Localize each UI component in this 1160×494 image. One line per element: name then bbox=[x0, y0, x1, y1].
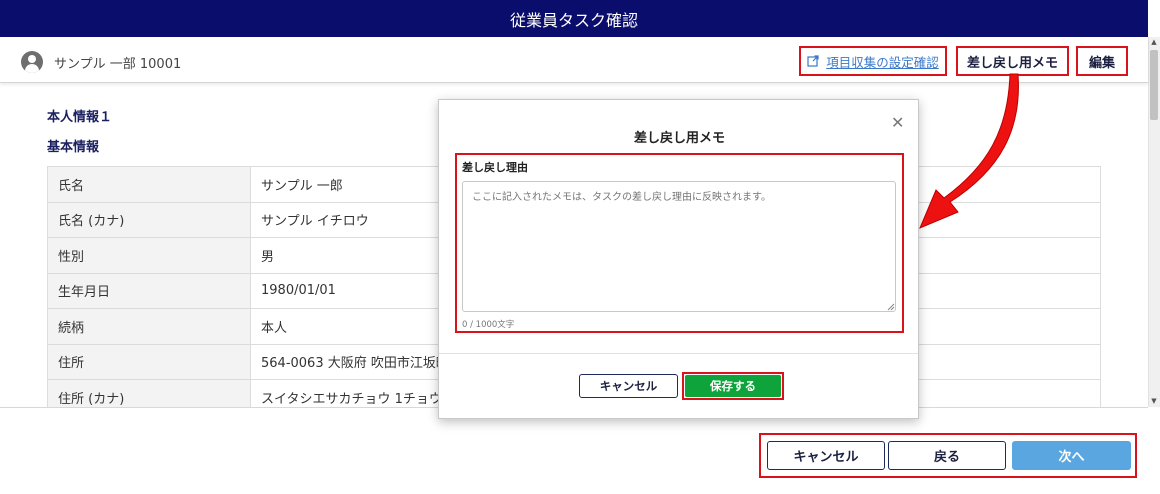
footer-back-button[interactable]: 戻る bbox=[888, 441, 1006, 470]
footer-cancel-button[interactable]: キャンセル bbox=[767, 441, 885, 470]
resize-grip-icon[interactable] bbox=[887, 303, 895, 311]
scroll-down-icon[interactable]: ▼ bbox=[1148, 396, 1160, 406]
return-memo-modal: ✕ 差し戻し用メモ 差し戻し理由 0 / 1000文字 キャンセル 保存する bbox=[438, 99, 919, 419]
modal-title: 差し戻し用メモ bbox=[633, 131, 725, 146]
section-title-basic: 基本情報 bbox=[47, 140, 100, 155]
row-label: 性別 bbox=[47, 237, 251, 274]
modal-cancel-button[interactable]: キャンセル bbox=[579, 374, 678, 398]
row-label: 続柄 bbox=[47, 308, 251, 345]
char-count: 0 / 1000文字 bbox=[462, 320, 515, 330]
reason-label: 差し戻し理由 bbox=[462, 161, 528, 174]
return-reason-textarea[interactable] bbox=[462, 181, 896, 312]
section-title-personal: 本人情報１ bbox=[47, 110, 113, 125]
user-name: サンプル 一部 10001 bbox=[54, 57, 182, 72]
footer-next-button[interactable]: 次へ bbox=[1012, 441, 1131, 470]
callout-arrow-icon bbox=[919, 73, 1019, 229]
settings-check-label: 項目収集の設定確認 bbox=[826, 54, 939, 70]
window-title: 従業員タスク確認 bbox=[0, 0, 1148, 37]
external-link-icon bbox=[807, 55, 819, 67]
row-label: 氏名 bbox=[47, 166, 251, 203]
row-label: 氏名 (カナ) bbox=[47, 201, 251, 238]
modal-save-button[interactable]: 保存する bbox=[685, 375, 781, 397]
user-avatar-icon bbox=[21, 51, 43, 73]
scrollbar-thumb[interactable] bbox=[1150, 50, 1158, 120]
row-label: 生年月日 bbox=[47, 272, 251, 309]
scroll-up-icon[interactable]: ▲ bbox=[1148, 37, 1160, 47]
edit-button[interactable]: 編集 bbox=[1076, 46, 1128, 76]
row-label: 住所 bbox=[47, 343, 251, 380]
modal-divider bbox=[439, 353, 918, 354]
